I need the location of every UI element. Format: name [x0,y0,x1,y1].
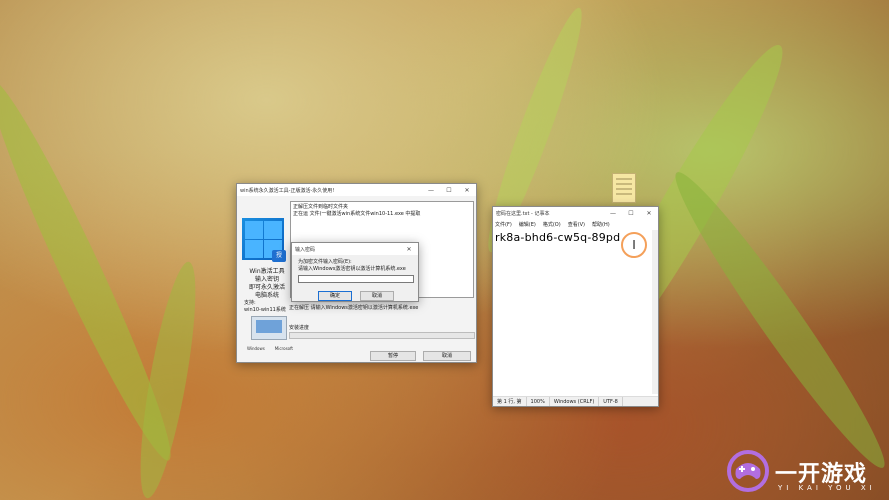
desktop-text-file-icon[interactable] [612,173,636,203]
gamepad-logo-icon [727,450,769,492]
notepad-title: 密码在这里.txt - 记事本 [496,210,550,217]
laptop-icon [251,316,287,340]
extraction-status: 正在解压 请输入Windows激活密钥以激活计算机系统.exe [289,305,419,311]
menu-file[interactable]: 文件(F) [495,221,512,228]
log-line: 正在运 文件(一键激活win系统文件win10-11.exe 中提取 [293,211,421,217]
brand-subtitle: YI KAI YOU XI [778,484,876,492]
status-zoom: 100% [527,397,550,406]
minimize-button[interactable]: — [604,210,622,217]
password-dialog: 输入密码 ✕ 为加密文件输入密码(E): 请输入Windows激活密钥以激活计算… [291,242,419,302]
microsoft-logo-text: Microsoft [274,346,293,351]
pause-button[interactable]: 暂停 [370,351,416,361]
status-position: 第 1 行, 第 [493,397,527,406]
menu-edit[interactable]: 编辑(E) [519,221,536,228]
dialog-cancel-button[interactable]: 取消 [360,291,394,301]
menu-help[interactable]: 帮助(H) [592,221,610,228]
windows-logo-text: Windows [247,346,265,351]
activation-title: win系统永久激活工具-正版激活-永久使用! [240,187,335,194]
close-button[interactable]: ✕ [458,187,476,194]
cancel-button[interactable]: 取消 [423,351,471,361]
maximize-button[interactable]: ☐ [440,187,458,194]
menu-format[interactable]: 格式(O) [543,221,561,228]
notepad-statusbar: 第 1 行, 第 100% Windows (CRLF) UTF-8 [493,396,658,406]
text-cursor-icon: I [621,232,647,258]
status-encoding: UTF-8 [599,397,623,406]
password-dialog-titlebar[interactable]: 输入密码 ✕ [292,243,418,255]
password-input[interactable] [298,275,414,283]
dialog-close-button[interactable]: ✕ [400,246,418,253]
key-badge-icon: 授 [272,250,286,262]
notepad-window: 密码在这里.txt - 记事本 — ☐ ✕ 文件(F) 编辑(E) 格式(O) … [492,206,659,407]
background-leaf [660,161,889,479]
password-dialog-title: 输入密码 [295,246,316,253]
minimize-button[interactable]: — [422,187,440,194]
progress-label: 安装进度 [289,325,310,331]
windows-logo-icon: 授 [242,218,286,262]
support-text: 支持: win10-win11系统 [244,300,286,313]
notepad-titlebar[interactable]: 密码在这里.txt - 记事本 — ☐ ✕ [493,207,658,219]
notepad-menubar: 文件(F) 编辑(E) 格式(O) 查看(V) 帮助(H) [493,219,658,229]
log-line: 正解压文件到临时文件夹 [293,204,349,210]
notepad-scrollbar[interactable] [652,230,658,394]
password-prompt: 为加密文件输入密码(E): 请输入Windows激活密钥以激活计算机系统.exe [298,259,406,272]
activation-caption: Win激活工具 输入密钥 即可永久激活 电脑系统 [248,268,285,299]
ok-button[interactable]: 确定 [318,291,352,301]
maximize-button[interactable]: ☐ [622,210,640,217]
close-button[interactable]: ✕ [640,210,658,217]
install-progress-bar [289,332,475,339]
activation-sidebar: 授 Win激活工具 输入密钥 即可永久激活 电脑系统 支持: win10-win… [239,198,293,351]
partner-logos: Windows Microsoft [247,346,293,351]
notepad-content[interactable]: rk8a-bhd6-cw5q-89pd [495,231,620,244]
status-line-ending: Windows (CRLF) [550,397,600,406]
activation-titlebar[interactable]: win系统永久激活工具-正版激活-永久使用! — ☐ ✕ [237,184,476,196]
menu-view[interactable]: 查看(V) [568,221,585,228]
